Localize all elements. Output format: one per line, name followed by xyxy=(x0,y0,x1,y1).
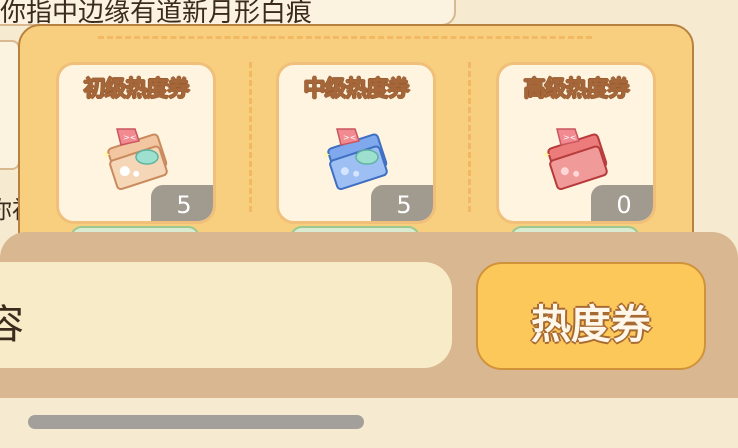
message-input-text: 容 xyxy=(0,302,24,348)
ticket-medium-icon: >< ✦ xyxy=(321,128,388,191)
card-divider xyxy=(468,62,471,212)
svg-text:><: >< xyxy=(343,133,356,142)
ticket-count-badge: 5 xyxy=(151,185,213,221)
ticket-card-title: 高级热度券 xyxy=(523,77,630,103)
svg-text:✦: ✦ xyxy=(321,148,331,162)
panel-dashed-border xyxy=(98,36,592,39)
ticket-card-basic[interactable]: 初级热度券 >< ✦ 5 xyxy=(56,62,216,224)
card-divider xyxy=(249,62,252,212)
svg-text:✦: ✦ xyxy=(101,148,111,162)
home-indicator[interactable] xyxy=(28,415,364,429)
svg-text:✦: ✦ xyxy=(541,148,551,162)
heat-ticket-panel: 初级热度券 >< ✦ 5 中级热度券 >< ✦ 5 高级热度券 >< ✦ 0 xyxy=(18,24,694,254)
heat-ticket-button[interactable]: 热度券 xyxy=(476,262,706,370)
ticket-card-advanced[interactable]: 高级热度券 >< ✦ 0 xyxy=(496,62,656,224)
svg-text:><: >< xyxy=(563,133,576,142)
svg-text:><: >< xyxy=(123,133,136,142)
message-input[interactable] xyxy=(0,262,452,368)
chat-message-bubble: 你指中边缘有道新月形白痕 xyxy=(0,0,456,28)
ticket-card-title: 初级热度券 xyxy=(83,77,190,103)
ticket-count-badge: 0 xyxy=(591,185,653,221)
ticket-advanced-icon: >< ✦ xyxy=(541,128,608,191)
ticket-count-badge: 5 xyxy=(371,185,433,221)
ticket-basic-icon: >< ✦ xyxy=(101,128,168,191)
ticket-card-medium[interactable]: 中级热度券 >< ✦ 5 xyxy=(276,62,436,224)
ticket-card-title: 中级热度券 xyxy=(303,77,410,103)
heat-ticket-button-label: 热度券 xyxy=(531,302,651,348)
chat-side-bubble xyxy=(0,40,20,170)
